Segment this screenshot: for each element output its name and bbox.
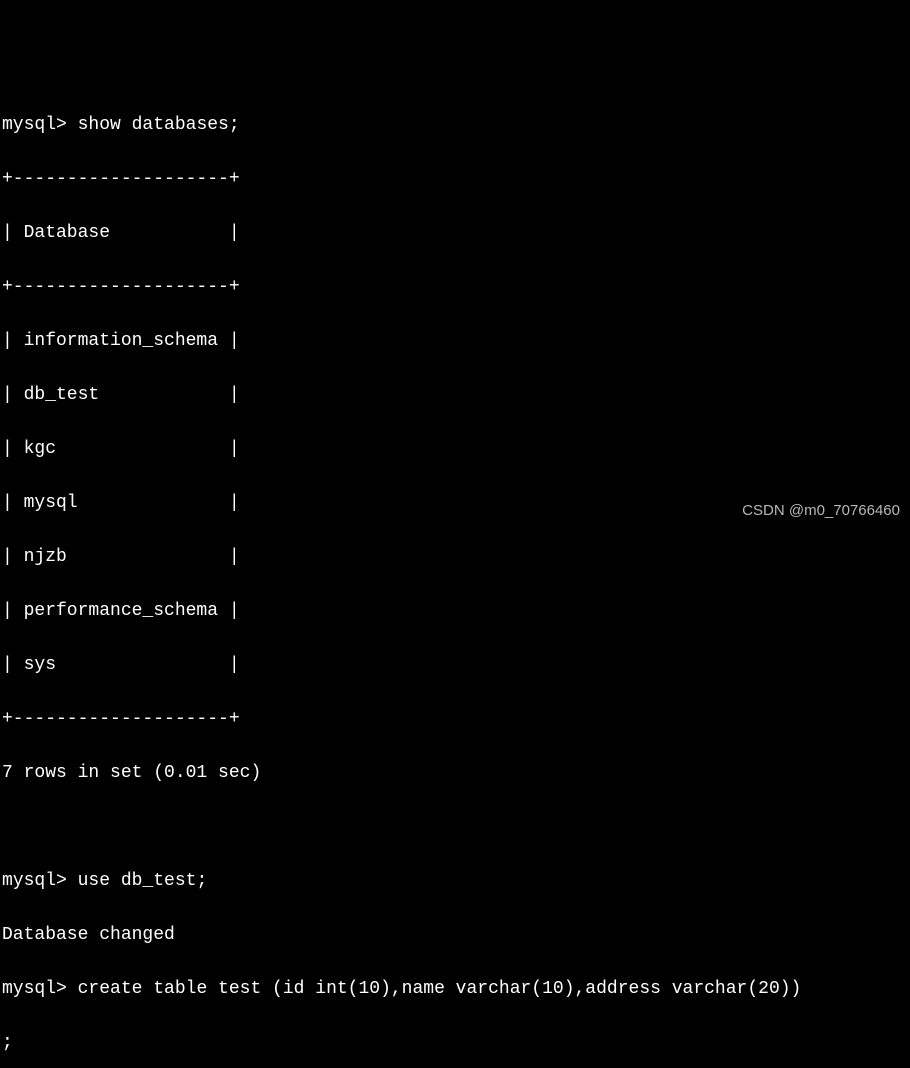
command-text: show databases;: [78, 115, 240, 135]
table-row: | sys |: [2, 652, 908, 679]
result-database-changed: Database changed: [2, 922, 908, 949]
prompt: mysql>: [2, 979, 78, 999]
command-line-show-databases: mysql> show databases;: [2, 112, 908, 139]
watermark-text: CSDN @m0_70766460: [742, 500, 900, 523]
table-separator-mid: +--------------------+: [2, 274, 908, 301]
blank-line: [2, 814, 908, 841]
result-rows-in-set: 7 rows in set (0.01 sec): [2, 760, 908, 787]
table-separator-bottom: +--------------------+: [2, 706, 908, 733]
command-text: use db_test;: [78, 871, 208, 891]
prompt: mysql>: [2, 115, 78, 135]
command-text: create table test (id int(10),name varch…: [78, 979, 802, 999]
prompt: mysql>: [2, 871, 78, 891]
table-row: | njzb |: [2, 544, 908, 571]
command-continuation: ;: [2, 1030, 908, 1057]
command-line-create-table: mysql> create table test (id int(10),nam…: [2, 976, 908, 1003]
table-row: | performance_schema |: [2, 598, 908, 625]
table-header: | Database |: [2, 220, 908, 247]
table-row: | information_schema |: [2, 328, 908, 355]
command-line-use-db: mysql> use db_test;: [2, 868, 908, 895]
table-row: | db_test |: [2, 382, 908, 409]
table-row: | kgc |: [2, 436, 908, 463]
table-separator-top: +--------------------+: [2, 166, 908, 193]
